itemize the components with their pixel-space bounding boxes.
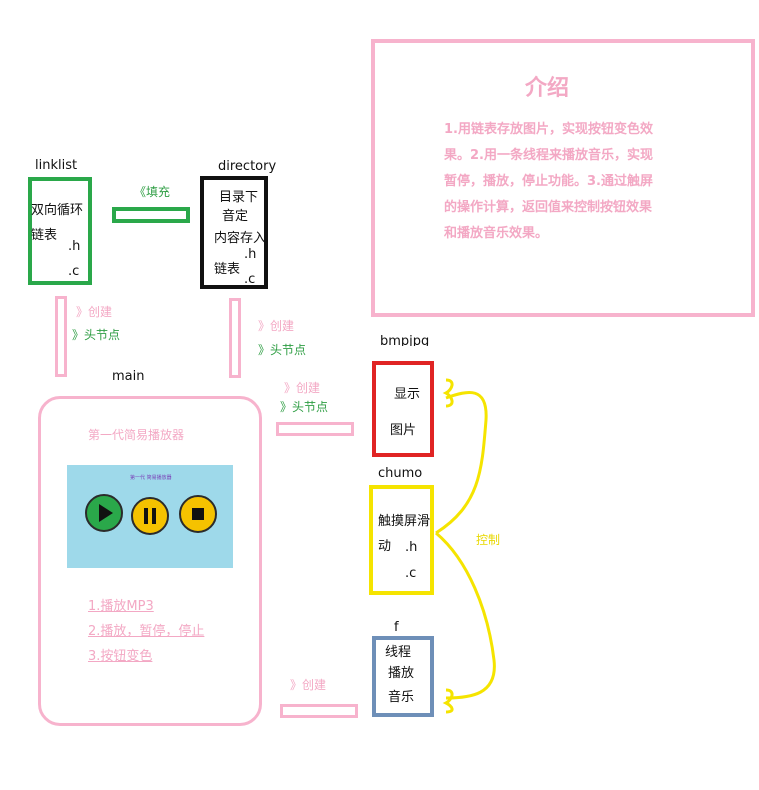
directory-main-connector (229, 298, 241, 378)
play-icon (99, 504, 113, 522)
fill-connector (112, 207, 190, 223)
bmpjpg-box (372, 361, 434, 457)
main-title: main (112, 369, 145, 384)
main-bmpjpg-connector (276, 422, 354, 436)
play-button[interactable] (85, 494, 123, 532)
fill-label: 《填充 (134, 185, 171, 199)
chumo-title: chumo (378, 466, 423, 481)
chumo-line2: 动 (378, 539, 392, 554)
directory-line3: 内容存入 (214, 231, 267, 246)
linklist-create-label: 》创建 (76, 305, 113, 319)
f-title: f (394, 620, 399, 635)
linklist-head-label: 》头节点 (72, 328, 121, 342)
f-line2: 播放 (388, 666, 415, 681)
directory-h: .h (244, 247, 257, 262)
pause-button[interactable] (131, 497, 169, 535)
chumo-line1: 触摸屏滑 (378, 514, 431, 529)
linklist-line2: 链表 (31, 228, 58, 243)
chumo-c: .c (405, 566, 417, 581)
directory-line4: 链表 (214, 262, 241, 277)
directory-create-label: 》创建 (258, 319, 295, 333)
intro-body: 1.用链表存放图片，实现按钮变色效果。2.用一条线程来播放音乐，实现暂停，播放，… (444, 122, 653, 241)
player-caption: 第一代 简易播放器 (130, 475, 172, 481)
bmpjpg-head-label: 》头节点 (280, 400, 329, 414)
linklist-main-connector (55, 296, 67, 377)
bmpjpg-line2: 图片 (390, 423, 417, 438)
f-line1: 线程 (385, 645, 412, 660)
directory-head-label: 》头节点 (258, 343, 307, 357)
stop-icon (192, 508, 204, 520)
intro-title: 介绍 (525, 76, 570, 101)
linklist-line1: 双向循环 (31, 203, 84, 218)
f-line3: 音乐 (388, 690, 415, 705)
linklist-title: linklist (35, 158, 78, 173)
main-f-connector (280, 704, 358, 718)
control-label: 控制 (476, 533, 501, 547)
stop-button[interactable] (179, 495, 217, 533)
pause-icon (144, 508, 156, 524)
directory-c: .c (244, 272, 256, 287)
player-title: 第一代简易播放器 (88, 428, 185, 442)
feature-2[interactable]: 2.播放，暂停，停止 (88, 620, 204, 639)
feature-1[interactable]: 1.播放MP3 (88, 595, 154, 614)
f-create-label: 》创建 (290, 678, 327, 692)
feature-3[interactable]: 3.按钮变色 (88, 645, 152, 664)
bmpjpg-create-label: 》创建 (284, 381, 321, 395)
bmpjpg-line1: 显示 (394, 387, 421, 402)
directory-title: directory (218, 159, 277, 174)
linklist-h: .h (68, 239, 81, 254)
chumo-h: .h (405, 540, 418, 555)
linklist-c: .c (68, 264, 80, 279)
bmpjpg-title: bmpjpg (380, 334, 430, 346)
directory-line1: 目录下 (219, 190, 259, 205)
directory-line2: 音定 (222, 209, 249, 224)
